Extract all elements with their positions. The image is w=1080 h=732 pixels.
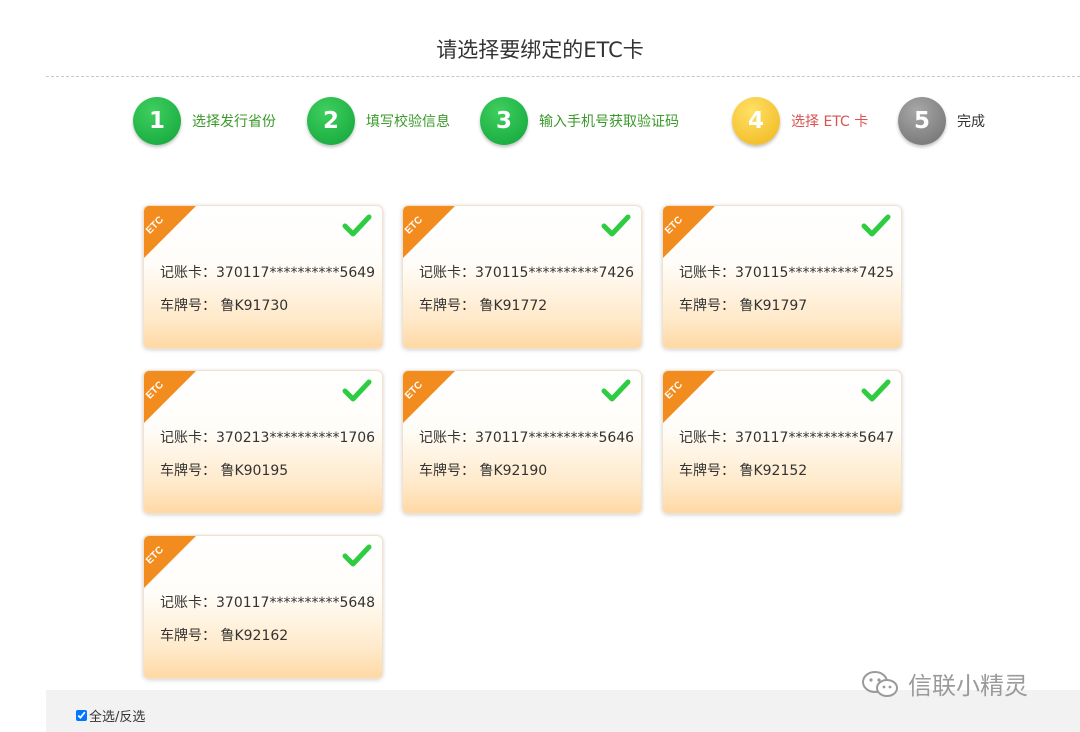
etc-card[interactable]: ETC 记账卡：370117**********5648 车牌号： 鲁K9216… (143, 535, 383, 679)
etc-tag-text: ETC (144, 214, 166, 237)
select-all-checkbox[interactable] (76, 710, 87, 721)
card-account: 记账卡：370117**********5648 (160, 595, 376, 611)
etc-tag: ETC (403, 206, 455, 258)
card-account: 记账卡：370115**********7425 (679, 265, 895, 281)
step-5-label: 完成 (957, 114, 985, 130)
checkmark-icon (601, 214, 631, 237)
etc-card[interactable]: ETC 记账卡：370117**********5647 车牌号： 鲁K9215… (662, 370, 902, 514)
card-plate: 车牌号： 鲁K90195 (160, 463, 289, 479)
etc-tag-text: ETC (144, 379, 166, 402)
step-5: 5 完成 (898, 97, 985, 145)
etc-tag: ETC (663, 206, 715, 258)
etc-tag-text: ETC (403, 379, 425, 402)
etc-tag: ETC (403, 371, 455, 423)
etc-card[interactable]: ETC 记账卡：370117**********5646 车牌号： 鲁K9219… (402, 370, 642, 514)
watermark-text: 信联小精灵 (908, 672, 1028, 700)
card-plate: 车牌号： 鲁K92152 (679, 463, 808, 479)
step-2: 2 填写校验信息 (307, 97, 450, 145)
card-plate: 车牌号： 鲁K91730 (160, 298, 289, 314)
progress-steps: 1 选择发行省份 2 填写校验信息 3 输入手机号获取验证码 4 选择 ETC … (0, 97, 1080, 147)
checkmark-icon (342, 214, 372, 237)
checkmark-icon (861, 214, 891, 237)
checkmark-icon (861, 379, 891, 402)
etc-tag-text: ETC (144, 544, 166, 567)
select-all-toggle[interactable]: 全选/反选 (76, 706, 145, 725)
card-plate: 车牌号： 鲁K91772 (419, 298, 548, 314)
card-account: 记账卡：370117**********5646 (419, 430, 635, 446)
watermark: 信联小精灵 (860, 666, 1028, 701)
card-account: 记账卡：370117**********5647 (679, 430, 895, 446)
step-4: 4 选择 ETC 卡 (732, 97, 868, 145)
wechat-icon (862, 670, 898, 697)
etc-tag-text: ETC (663, 214, 685, 237)
etc-card[interactable]: ETC 记账卡：370117**********5649 车牌号： 鲁K9173… (143, 205, 383, 349)
step-3-label: 输入手机号获取验证码 (539, 114, 679, 130)
step-1-circle: 1 (133, 97, 181, 145)
page-title: 请选择要绑定的ETC卡 (436, 38, 644, 62)
step-3-circle: 3 (480, 97, 528, 145)
card-account: 记账卡：370213**********1706 (160, 430, 376, 446)
etc-tag: ETC (663, 371, 715, 423)
step-5-circle: 5 (898, 97, 946, 145)
step-1: 1 选择发行省份 (133, 97, 276, 145)
card-plate: 车牌号： 鲁K92162 (160, 628, 289, 644)
checkmark-icon (342, 544, 372, 567)
select-all-label: 全选/反选 (89, 710, 146, 725)
step-1-label: 选择发行省份 (192, 114, 276, 130)
etc-card[interactable]: ETC 记账卡：370115**********7426 车牌号： 鲁K9177… (402, 205, 642, 349)
checkmark-icon (342, 379, 372, 402)
etc-tag: ETC (144, 371, 196, 423)
card-plate: 车牌号： 鲁K92190 (419, 463, 548, 479)
step-4-label: 选择 ETC 卡 (791, 114, 869, 130)
step-2-circle: 2 (307, 97, 355, 145)
step-2-label: 填写校验信息 (366, 114, 450, 130)
etc-card[interactable]: ETC 记账卡：370115**********7425 车牌号： 鲁K9179… (662, 205, 902, 349)
etc-tag-text: ETC (663, 379, 685, 402)
card-plate: 车牌号： 鲁K91797 (679, 298, 808, 314)
etc-tag: ETC (144, 206, 196, 258)
step-3: 3 输入手机号获取验证码 (480, 97, 679, 145)
etc-tag: ETC (144, 536, 196, 588)
checkmark-icon (601, 379, 631, 402)
step-4-circle: 4 (732, 97, 780, 145)
etc-tag-text: ETC (403, 214, 425, 237)
etc-card[interactable]: ETC 记账卡：370213**********1706 车牌号： 鲁K9019… (143, 370, 383, 514)
title-divider (46, 76, 1080, 77)
card-account: 记账卡：370117**********5649 (160, 265, 376, 281)
card-account: 记账卡：370115**********7426 (419, 265, 635, 281)
